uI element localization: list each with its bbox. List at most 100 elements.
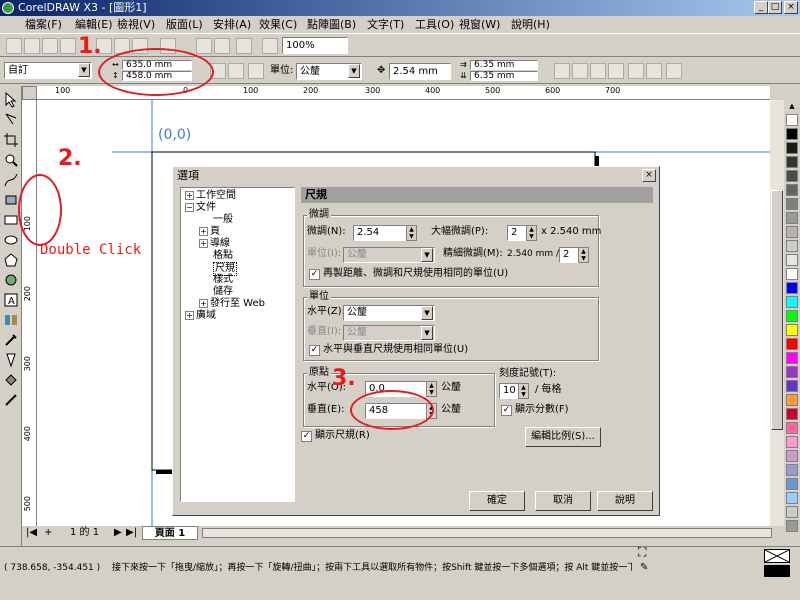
zoom-level-select[interactable]: 100% [282,37,348,54]
import-icon[interactable] [196,38,212,54]
chevron-down-icon[interactable]: ▼ [421,306,433,320]
same-units-rulers-checkbox[interactable]: ✓ [309,345,320,356]
outline-swatch[interactable] [764,565,790,577]
export-icon[interactable] [214,38,230,54]
color-swatch[interactable] [786,142,798,154]
tree-item-page[interactable]: + 頁 [199,226,220,238]
tree-item-workspace[interactable]: + 工作空間 [185,190,236,202]
color-swatch[interactable] [786,198,798,210]
tree-item-general[interactable]: 一般 [213,214,233,226]
snap-objects-icon[interactable] [590,63,606,79]
text-tool-icon[interactable]: A [3,292,19,308]
tick-divisions-input[interactable]: 10 [499,383,519,399]
all-pages-icon[interactable] [248,63,264,79]
color-swatch[interactable] [786,128,798,140]
fill-tool-icon[interactable] [3,372,19,388]
ruler-origin-corner[interactable] [22,86,37,100]
pick-tool-icon[interactable] [3,91,19,108]
page-tab[interactable]: 頁面 1 [142,526,198,540]
interactive-blend-tool-icon[interactable] [3,312,19,328]
vertical-ruler[interactable]: 100 200 300 400 500 [22,86,37,526]
maximize-button[interactable]: □ [768,1,782,14]
color-swatch[interactable] [786,436,798,448]
menu-item[interactable]: 視窗(W) [456,17,503,33]
treat-as-filled-icon[interactable] [628,63,644,79]
options-icon[interactable] [646,63,662,79]
first-page-button[interactable]: |◀ [26,526,37,540]
color-swatch[interactable] [786,492,798,504]
color-swatch[interactable] [786,184,798,196]
shape-tool-icon[interactable] [3,112,19,128]
last-page-button[interactable]: ▶| [126,526,137,540]
ok-button[interactable]: 確定 [469,491,525,511]
color-swatch[interactable] [786,324,798,336]
same-units-nudge-checkbox[interactable]: ✓ [309,269,320,280]
tick-divisions-spinner[interactable]: ▲ ▼ [518,383,529,399]
color-swatch[interactable] [786,170,798,182]
color-swatch[interactable] [786,478,798,490]
smart-fill-tool-icon[interactable] [3,192,19,208]
interactive-fill-tool-icon[interactable] [3,392,19,408]
crop-tool-icon[interactable] [3,132,19,148]
color-swatch[interactable] [786,254,798,266]
menu-item[interactable]: 編輯(E) [72,17,116,33]
color-swatch[interactable] [786,408,798,420]
application-launcher-icon[interactable] [236,38,252,54]
show-fractions-checkbox[interactable]: ✓ [501,405,512,416]
duplicate-y-field[interactable]: 6.35 mm [470,71,538,81]
help-button[interactable]: 說明 [597,491,653,511]
color-swatch[interactable] [786,464,798,476]
micro-nudge-input[interactable]: 2 [559,247,579,263]
nudge-input[interactable]: 2.54 [353,225,407,241]
basic-shapes-tool-icon[interactable] [3,272,19,288]
color-swatch[interactable] [786,268,798,280]
tree-item-grid[interactable]: 格點 [213,250,233,262]
add-page-button[interactable]: + [44,526,52,540]
palette-scroll-up-icon[interactable]: ▲ [786,102,798,112]
color-swatch[interactable] [786,394,798,406]
menu-item[interactable]: 版面(L) [163,17,206,33]
color-swatch[interactable] [786,156,798,168]
menu-item[interactable]: 點陣圖(B) [304,17,359,33]
snap-guidelines-icon[interactable] [572,63,588,79]
color-swatch[interactable] [786,114,798,126]
chevron-down-icon[interactable]: ▼ [421,248,433,262]
cancel-button[interactable]: 取消 [535,491,591,511]
welcome-screen-icon[interactable] [262,38,278,54]
menu-item[interactable]: 檔案(F) [22,17,65,33]
vertical-scrollbar[interactable] [770,100,784,526]
tree-item-guidelines[interactable]: + 導線 [199,238,230,250]
scrollbar-thumb[interactable] [771,190,783,430]
color-swatch[interactable] [786,520,798,532]
horizontal-scrollbar[interactable] [202,528,772,538]
menu-item[interactable]: 檢視(V) [114,17,158,33]
next-page-button[interactable]: ▶ [114,526,122,540]
menu-item[interactable]: 安排(A) [210,17,254,33]
ellipse-tool-icon[interactable] [3,232,19,248]
align-icon[interactable] [666,63,682,79]
color-swatch[interactable] [786,422,798,434]
close-button[interactable]: × [784,1,798,14]
tree-item-global[interactable]: + 廣域 [185,310,216,322]
origin-horizontal-spinner[interactable]: ▲ ▼ [426,381,437,397]
menu-item[interactable]: 說明(H) [508,17,553,33]
color-swatch[interactable] [786,352,798,364]
dialog-close-button[interactable]: × [642,169,656,182]
duplicate-x-field[interactable]: 6.35 mm [470,60,538,70]
color-swatch[interactable] [786,506,798,518]
new-icon[interactable] [6,38,22,54]
super-nudge-input[interactable]: 2 [507,225,527,241]
chevron-down-icon[interactable]: ▼ [421,326,433,340]
zoom-tool-icon[interactable] [3,152,19,168]
print-icon[interactable] [60,38,76,54]
nudge-spinner[interactable]: ▲ ▼ [406,225,417,241]
super-nudge-spinner[interactable]: ▲ ▼ [526,225,537,241]
freehand-tool-icon[interactable] [3,172,19,188]
rectangle-tool-icon[interactable] [3,212,19,228]
minimize-button[interactable]: _ [754,1,768,14]
landscape-icon[interactable] [228,63,244,79]
dynamic-guides-icon[interactable] [608,63,624,79]
color-swatch[interactable] [786,296,798,308]
menu-item[interactable]: 工具(O) [412,17,457,33]
fill-swatch[interactable] [764,549,790,563]
